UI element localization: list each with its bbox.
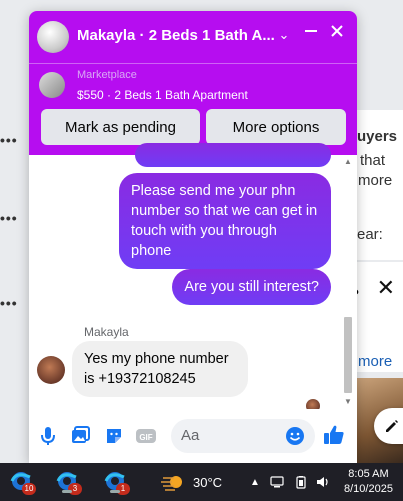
- time-text: 8:05 AM: [348, 468, 389, 480]
- compose-button[interactable]: [374, 408, 403, 444]
- close-icon[interactable]: ✕: [377, 275, 395, 301]
- clock[interactable]: 8:05 AM 8/10/2025: [344, 467, 393, 497]
- temperature[interactable]: 30°C: [193, 475, 222, 490]
- photo-icon[interactable]: [69, 425, 91, 447]
- like-icon[interactable]: [322, 423, 346, 447]
- battery-icon[interactable]: [294, 475, 308, 492]
- scroll-up-icon[interactable]: ▲: [343, 157, 353, 167]
- minimize-icon[interactable]: [301, 24, 321, 43]
- background-text: that: [360, 152, 386, 169]
- more-options-icon[interactable]: •••: [0, 210, 20, 232]
- microphone-icon[interactable]: [37, 425, 59, 447]
- chat-header: Makayla · 2 Beds 1 Bath A... ⌄ Marketpla…: [29, 11, 357, 155]
- weather-icon[interactable]: [160, 471, 194, 493]
- taskbar: 10 3 1 30°C ▲ 8:05 AM 8/10/2025: [0, 463, 403, 501]
- sticker-icon[interactable]: [103, 425, 125, 447]
- message-bubble-outgoing: [135, 143, 331, 167]
- message-list: Please send me your phn number so that w…: [29, 143, 357, 413]
- notification-badge: 1: [116, 483, 130, 495]
- scrollbar-thumb[interactable]: [344, 317, 352, 393]
- notification-badge: 10: [22, 483, 36, 495]
- divider: [29, 63, 357, 64]
- more-options-button[interactable]: More options: [206, 109, 346, 145]
- emoji-icon[interactable]: [284, 425, 306, 447]
- active-indicator: [62, 490, 72, 493]
- scrollbar[interactable]: ▲ ▼: [343, 157, 353, 407]
- chat-window: Makayla · 2 Beds 1 Bath A... ⌄ Marketpla…: [29, 11, 357, 463]
- background-text: more: [358, 172, 393, 189]
- svg-text:GIF: GIF: [139, 433, 152, 442]
- edit-icon: [386, 420, 398, 432]
- message-bubble-outgoing[interactable]: Are you still interest?: [172, 269, 331, 305]
- volume-icon[interactable]: [316, 475, 330, 492]
- background-text: uyers: [357, 128, 398, 145]
- marketplace-label: Marketplace: [77, 69, 137, 81]
- more-options-icon[interactable]: •••: [0, 132, 20, 154]
- message-bubble-outgoing[interactable]: Please send me your phn number so that w…: [119, 173, 331, 269]
- background-link[interactable]: more: [358, 353, 392, 370]
- message-bubble-incoming[interactable]: Yes my phone number is +19372108245: [72, 341, 248, 397]
- scroll-down-icon[interactable]: ▼: [343, 397, 353, 407]
- listing-thumbnail[interactable]: [39, 72, 65, 98]
- composer: GIF Aa: [29, 409, 357, 463]
- avatar[interactable]: [37, 356, 65, 384]
- gif-icon[interactable]: GIF: [135, 425, 157, 447]
- notification-badge: 3: [68, 483, 82, 495]
- background-text: ear:: [357, 226, 383, 243]
- more-options-icon[interactable]: •••: [0, 295, 20, 317]
- chevron-up-icon[interactable]: ▲: [250, 477, 260, 488]
- listing-title[interactable]: $550 · 2 Beds 1 Bath Apartment: [77, 88, 248, 102]
- taskbar-app-edge[interactable]: 3: [54, 469, 84, 495]
- taskbar-app-edge[interactable]: 10: [8, 469, 38, 495]
- sender-name: Makayla: [84, 325, 129, 339]
- chevron-down-icon[interactable]: ⌄: [274, 27, 294, 43]
- phone-link-icon[interactable]: [270, 475, 284, 492]
- chat-title[interactable]: Makayla · 2 Beds 1 Bath A...: [77, 27, 277, 44]
- mark-as-pending-button[interactable]: Mark as pending: [41, 109, 200, 145]
- active-indicator: [110, 490, 120, 493]
- taskbar-app-edge[interactable]: 1: [102, 469, 132, 495]
- close-icon[interactable]: [327, 24, 347, 43]
- avatar[interactable]: [37, 21, 69, 53]
- date-text: 8/10/2025: [344, 483, 393, 495]
